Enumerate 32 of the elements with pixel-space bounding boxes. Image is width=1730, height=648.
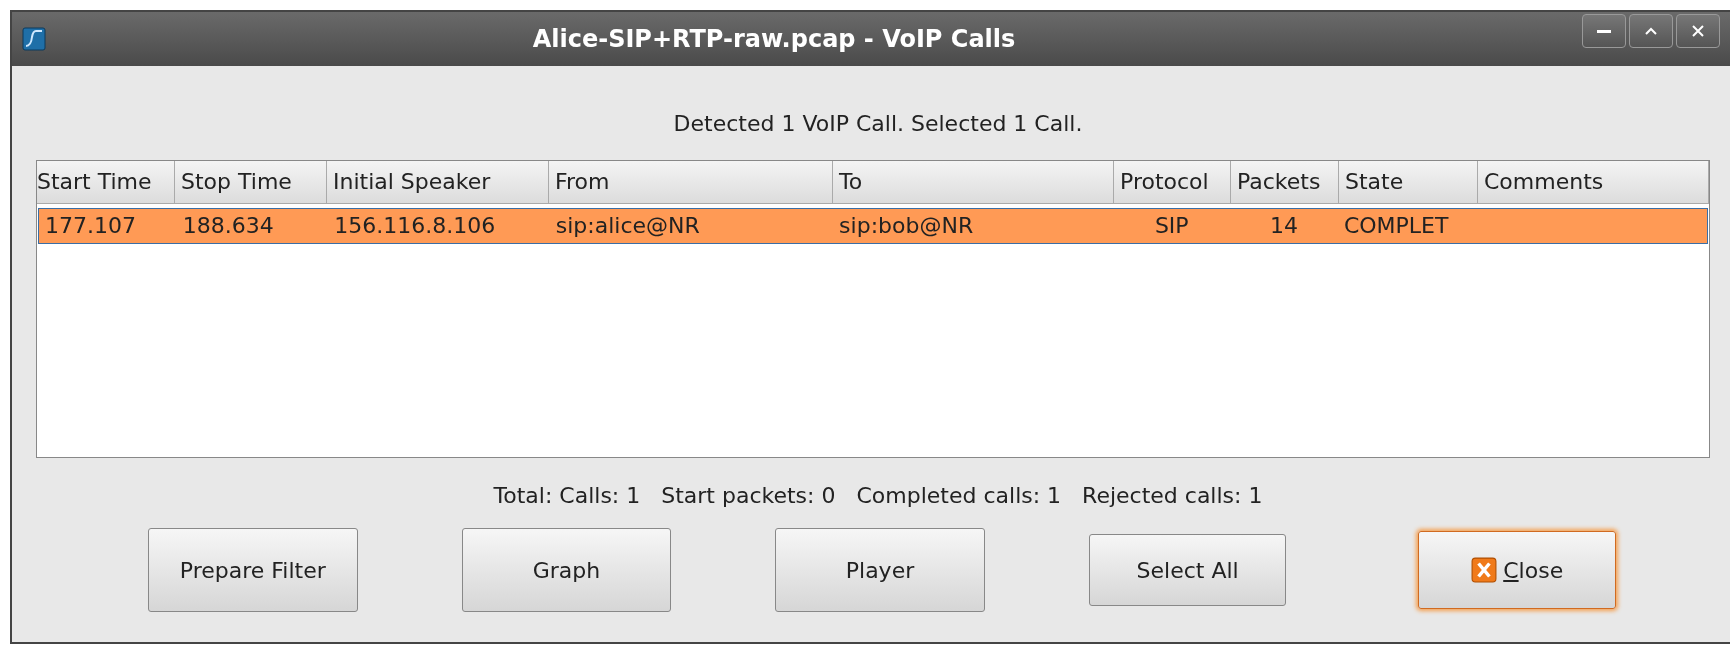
table-cell-text: 177.107 (44, 212, 137, 240)
summary-text: Detected 1 VoIP Call. Selected 1 Call. (672, 110, 1084, 138)
table-cell-text: sip:alice@NR (554, 212, 701, 240)
column-header[interactable]: Comments (1478, 161, 1709, 203)
action-button[interactable]: Prepare Filter (148, 528, 358, 612)
table-cell-text: 188.634 (181, 212, 275, 240)
window-title: Alice-SIP+RTP-raw.pcap - VoIP Calls (531, 25, 1017, 53)
close-icon (1471, 557, 1498, 583)
table-cell-text: SIP (1153, 212, 1190, 240)
action-button[interactable]: Player (775, 528, 985, 612)
minimize-icon (1597, 29, 1611, 33)
close-window-button[interactable] (1676, 14, 1720, 48)
table-cell-text: 14 (1269, 212, 1299, 240)
column-header[interactable]: From (549, 161, 833, 203)
app-icon (22, 27, 46, 51)
column-header[interactable]: State (1339, 161, 1478, 203)
column-header[interactable]: Protocol (1114, 161, 1231, 203)
table-cell-text: COMPLET (1342, 212, 1450, 240)
column-header[interactable]: Packets (1231, 161, 1339, 203)
action-button[interactable]: Graph (461, 528, 672, 612)
totals-text: Total: Calls: 1 Start packets: 0 Completed calls: 1 Rejected calls: 1 (492, 482, 1264, 510)
table-cell-text: 156.116.8.106 (333, 212, 497, 240)
column-header[interactable]: Stop Time (175, 161, 327, 203)
action-button[interactable]: Select All (1088, 534, 1287, 606)
table-row[interactable]: 177.107 188.634 156.116.8.106 sip:alice@NR sip:bob@NR SIP 14 COMPLET (38, 208, 1708, 244)
table-cell-text: sip:bob@NR (838, 212, 975, 240)
maximize-button[interactable] (1629, 14, 1673, 48)
column-header[interactable]: To (833, 161, 1114, 203)
minimize-button[interactable] (1582, 14, 1626, 48)
column-header[interactable]: Initial Speaker (327, 161, 549, 203)
close-button[interactable]: Close (1418, 531, 1616, 609)
column-header[interactable]: Start Time (37, 161, 175, 203)
